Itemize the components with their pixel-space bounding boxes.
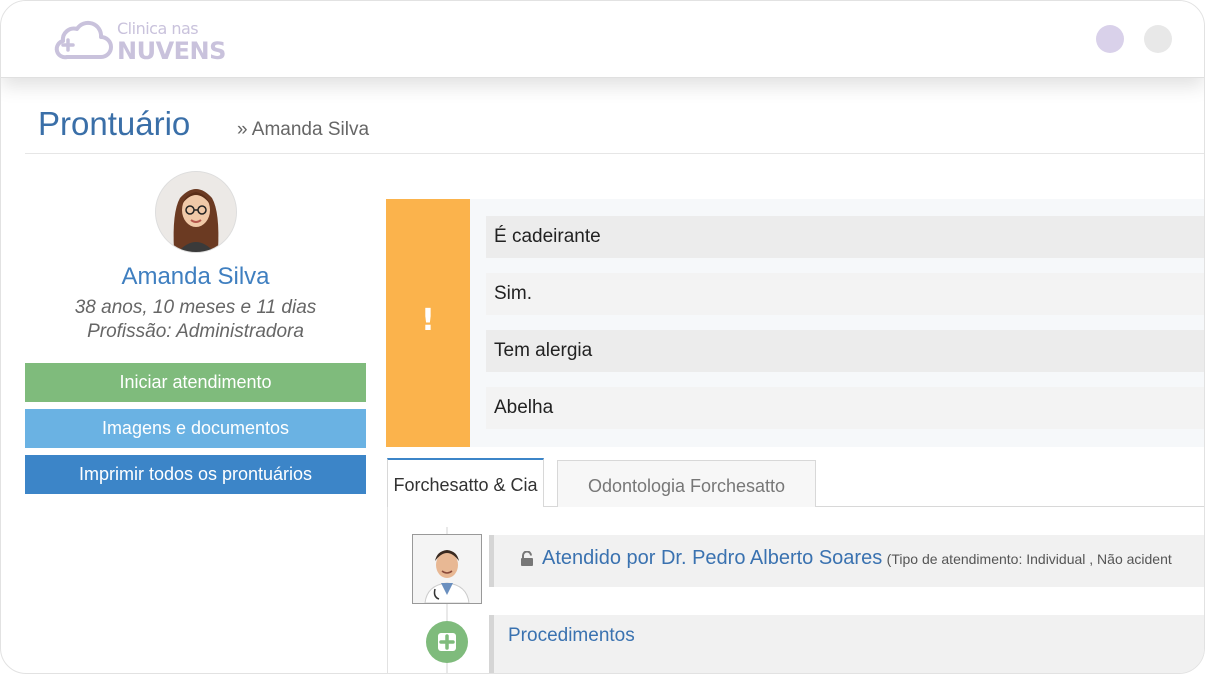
images-documents-button[interactable]: Imagens e documentos: [25, 409, 366, 448]
logo-text-small: Clinica nas: [117, 19, 199, 38]
alert-row: Abelha: [486, 387, 1204, 429]
doctor-avatar: [412, 534, 482, 604]
app-logo[interactable]: Clinica nas NUVENS: [53, 15, 233, 65]
tab-odontologia-forchesatto[interactable]: Odontologia Forchesatto: [557, 460, 816, 507]
settings-dot[interactable]: [1144, 25, 1172, 53]
procedures-label[interactable]: Procedimentos: [508, 625, 635, 647]
page-header: Prontuário » Amanda Silva: [25, 101, 1204, 154]
attendance-meta: (Tipo de atendimento: Individual , Não a…: [886, 551, 1172, 567]
attended-by-link[interactable]: Atendido por Dr. Pedro Alberto Soares: [542, 547, 882, 569]
attendance-entry[interactable]: Atendido por Dr. Pedro Alberto Soares (T…: [489, 535, 1204, 587]
alert-row: Sim.: [486, 273, 1204, 315]
patient-avatar: [155, 171, 237, 253]
procedures-entry[interactable]: Procedimentos: [489, 615, 1204, 673]
patient-age: 38 anos, 10 meses e 11 dias: [74, 297, 317, 318]
doctor-photo-icon: [413, 535, 481, 603]
attendance-timeline: Atendido por Dr. Pedro Alberto Soares (T…: [387, 507, 1204, 673]
patient-photo-icon: [156, 172, 236, 252]
patient-name: Amanda Silva: [121, 263, 270, 290]
attendance-summary: Atendido por Dr. Pedro Alberto Soares (T…: [542, 547, 1172, 570]
alert-panel: ! É cadeirante Sim. Tem alergia Abelha: [386, 199, 1204, 447]
start-attendance-button[interactable]: Iniciar atendimento: [25, 363, 366, 402]
unlock-icon[interactable]: [520, 551, 534, 567]
logo-text-big: NUVENS: [117, 37, 226, 65]
app-window: Clinica nas NUVENS Prontuário » Amanda S…: [0, 0, 1205, 674]
exclamation-icon: !: [421, 303, 435, 338]
user-menu-dot[interactable]: [1096, 25, 1124, 53]
clinic-tabs: Forchesatto & Cia Odontologia Forchesatt…: [387, 458, 1204, 507]
cloud-plus-icon: [54, 20, 113, 60]
page-title: Prontuário: [38, 105, 191, 142]
plus-square-icon: [438, 633, 456, 651]
patient-profession: Profissão: Administradora: [87, 321, 304, 342]
tab-forchesatto-cia[interactable]: Forchesatto & Cia: [387, 458, 544, 507]
alert-row: É cadeirante: [486, 216, 1204, 258]
alert-row: Tem alergia: [486, 330, 1204, 372]
breadcrumb[interactable]: » Amanda Silva: [237, 119, 369, 141]
top-header: Clinica nas NUVENS: [1, 1, 1204, 78]
add-procedure-button[interactable]: [426, 621, 468, 663]
print-records-button[interactable]: Imprimir todos os prontuários: [25, 455, 366, 494]
alert-bar: !: [386, 199, 470, 447]
